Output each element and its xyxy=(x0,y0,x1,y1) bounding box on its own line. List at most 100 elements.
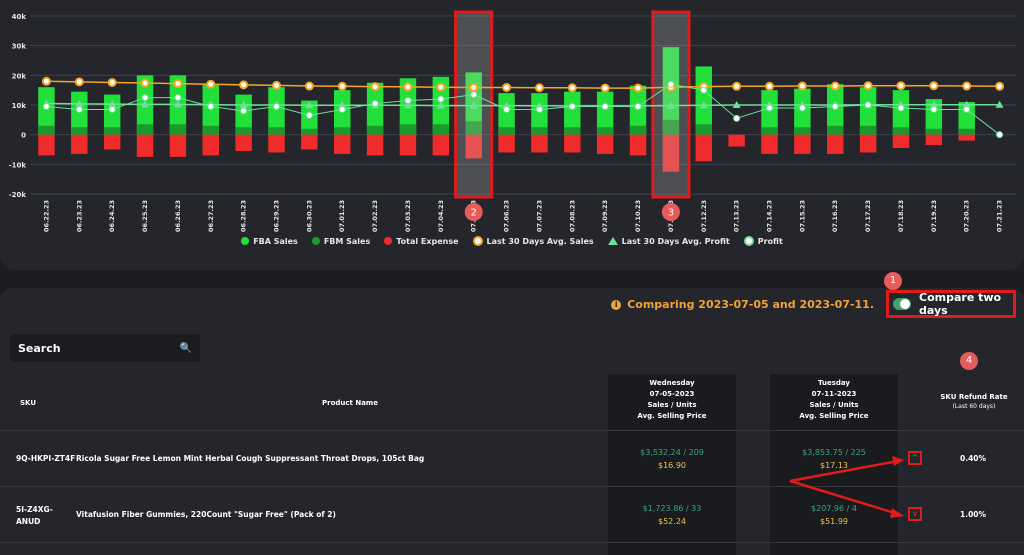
expense-bar xyxy=(38,134,55,156)
expense-bar xyxy=(531,134,548,153)
legend-total-expense[interactable]: Total Expense xyxy=(384,236,459,246)
expense-bar xyxy=(169,134,187,157)
avg-sales-point xyxy=(600,83,610,93)
row-divider xyxy=(0,430,1024,431)
search-label: Search xyxy=(18,341,61,355)
fbm-sales-bar xyxy=(268,127,285,135)
legend-avg-profit[interactable]: Last 30 Days Avg. Profit xyxy=(607,236,730,246)
avg-sales-point xyxy=(140,78,150,88)
x-tick-label: 06.26.23 xyxy=(174,200,182,232)
x-tick-label: 07.15.23 xyxy=(798,200,806,232)
avg-sales-point xyxy=(567,83,577,93)
avg-sales-point xyxy=(436,82,446,92)
profit-point xyxy=(371,100,379,108)
row-sku: 5I-Z4XG-ANUD xyxy=(16,505,53,526)
y-tick-label: 0 xyxy=(21,132,26,140)
avg-sales-line xyxy=(46,80,1000,89)
x-tick-label: 07.10.23 xyxy=(634,200,642,232)
x-tick-label: 06.30.23 xyxy=(305,200,313,232)
x-tick-label: 07.09.23 xyxy=(601,200,609,232)
x-tick-label: 06.29.23 xyxy=(273,200,281,232)
fbm-sales-bar xyxy=(564,127,581,135)
legend-label: Last 30 Days Avg. Profit xyxy=(621,236,730,246)
profit-point xyxy=(42,102,50,110)
profit-point xyxy=(75,105,83,113)
profit-point xyxy=(568,102,576,110)
search-input[interactable]: Search 🔍 xyxy=(10,334,200,362)
avg-sales-point xyxy=(962,81,972,91)
expense-bar xyxy=(564,134,581,153)
expense-bar xyxy=(301,134,318,150)
x-tick-label: 06.23.23 xyxy=(75,200,83,232)
expense-bar xyxy=(695,134,712,162)
row-refund-rate: 1.00% xyxy=(960,510,987,519)
row-day1-sales: $1,723.86 / 33 xyxy=(642,504,702,513)
fbm-sales-bar xyxy=(958,128,975,135)
expense-bar xyxy=(596,134,614,154)
profit-point xyxy=(667,80,675,88)
profit-point xyxy=(273,102,280,110)
comparison-panel: i Comparing 2023-07-05 and 2023-07-11. C… xyxy=(0,272,1024,555)
expense-bar xyxy=(334,134,351,154)
x-tick-label: 07.21.23 xyxy=(996,200,1004,232)
profit-point xyxy=(700,86,708,94)
avg-sales-point xyxy=(797,81,807,91)
chart-panel: -20k -10k 0 10k 20k 30k 40k 06.22.23 06.23.23 06.… xyxy=(0,0,1024,270)
expense-bar xyxy=(366,134,384,156)
x-tick-label: 06.22.23 xyxy=(42,200,50,232)
profit-point xyxy=(240,107,248,115)
expense-bar xyxy=(827,134,844,154)
row-day1-values: $3,532.24 / 209 $16.90 xyxy=(608,446,736,472)
header-day2[interactable]: Tuesday 07-11-2023 Sales / Units Avg. Se… xyxy=(770,378,898,422)
fbm-sales-bar xyxy=(629,125,647,135)
avg-sales-point xyxy=(995,81,1005,91)
x-tick-label: 07.02.23 xyxy=(371,200,379,232)
x-tick-label: 06.24.23 xyxy=(108,200,116,232)
header-sku[interactable]: SKU xyxy=(20,398,60,409)
profit-point xyxy=(733,114,741,122)
trend-up-icon[interactable]: ^ xyxy=(908,451,922,465)
trend-down-icon[interactable]: v xyxy=(908,507,922,521)
header-day1[interactable]: Wednesday 07-05-2023 Sales / Units Avg. … xyxy=(608,378,736,422)
search-icon[interactable]: 🔍 xyxy=(180,343,192,354)
expense-bar xyxy=(629,134,647,156)
avg-sales-point xyxy=(863,81,873,91)
header-product-name[interactable]: Product Name xyxy=(230,398,470,409)
expense-bar xyxy=(925,134,943,146)
expense-bar xyxy=(235,134,252,151)
y-tick-label: 20k xyxy=(12,72,27,80)
y-tick-label: -20k xyxy=(9,191,27,199)
legend-profit[interactable]: Profit xyxy=(743,236,783,246)
header-refund-rate[interactable]: SKU Refund Rate (Last 60 days) xyxy=(924,392,1024,412)
profit-point xyxy=(766,104,773,112)
profit-point xyxy=(437,95,445,103)
x-tick-label: 07.17.23 xyxy=(864,200,872,232)
legend-fbm-sales[interactable]: FBM Sales xyxy=(311,236,370,246)
avg-sales-point xyxy=(830,81,840,91)
x-tick-label: 07.18.23 xyxy=(897,200,905,232)
compare-info: i Comparing 2023-07-05 and 2023-07-11. xyxy=(611,298,874,311)
row-product-name[interactable]: Vitafusion Fiber Gummies, 220Count "Suga… xyxy=(76,510,336,519)
avg-sales-point xyxy=(929,81,939,91)
x-tick-label: 07.19.23 xyxy=(930,200,938,232)
avg-sales-point xyxy=(403,82,413,92)
profit-point xyxy=(996,131,1004,139)
expense-bar xyxy=(892,134,910,149)
profit-point xyxy=(305,111,313,119)
profit-point xyxy=(535,105,543,113)
toggle-switch[interactable] xyxy=(893,298,912,310)
expense-swatch-icon xyxy=(384,237,393,245)
row-divider xyxy=(0,542,1024,543)
annotation-arrows xyxy=(789,456,904,518)
legend-fba-sales[interactable]: FBA Sales xyxy=(241,236,298,246)
arrow-head-up xyxy=(892,456,904,466)
legend-avg-sales[interactable]: Last 30 Days Avg. Sales xyxy=(472,236,594,246)
expense-bar xyxy=(728,134,745,147)
profit-point xyxy=(174,94,182,102)
row-day1-values: $1,723.86 / 33 $52.24 xyxy=(608,502,736,528)
row-product-name[interactable]: Ricola Sugar Free Lemon Mint Herbal Coug… xyxy=(76,454,424,463)
compare-two-days-toggle[interactable]: Compare two days xyxy=(886,290,1016,318)
fbm-sales-bar xyxy=(169,124,187,135)
avg-sales-point xyxy=(239,80,249,90)
fbm-sales-bar xyxy=(103,127,121,135)
